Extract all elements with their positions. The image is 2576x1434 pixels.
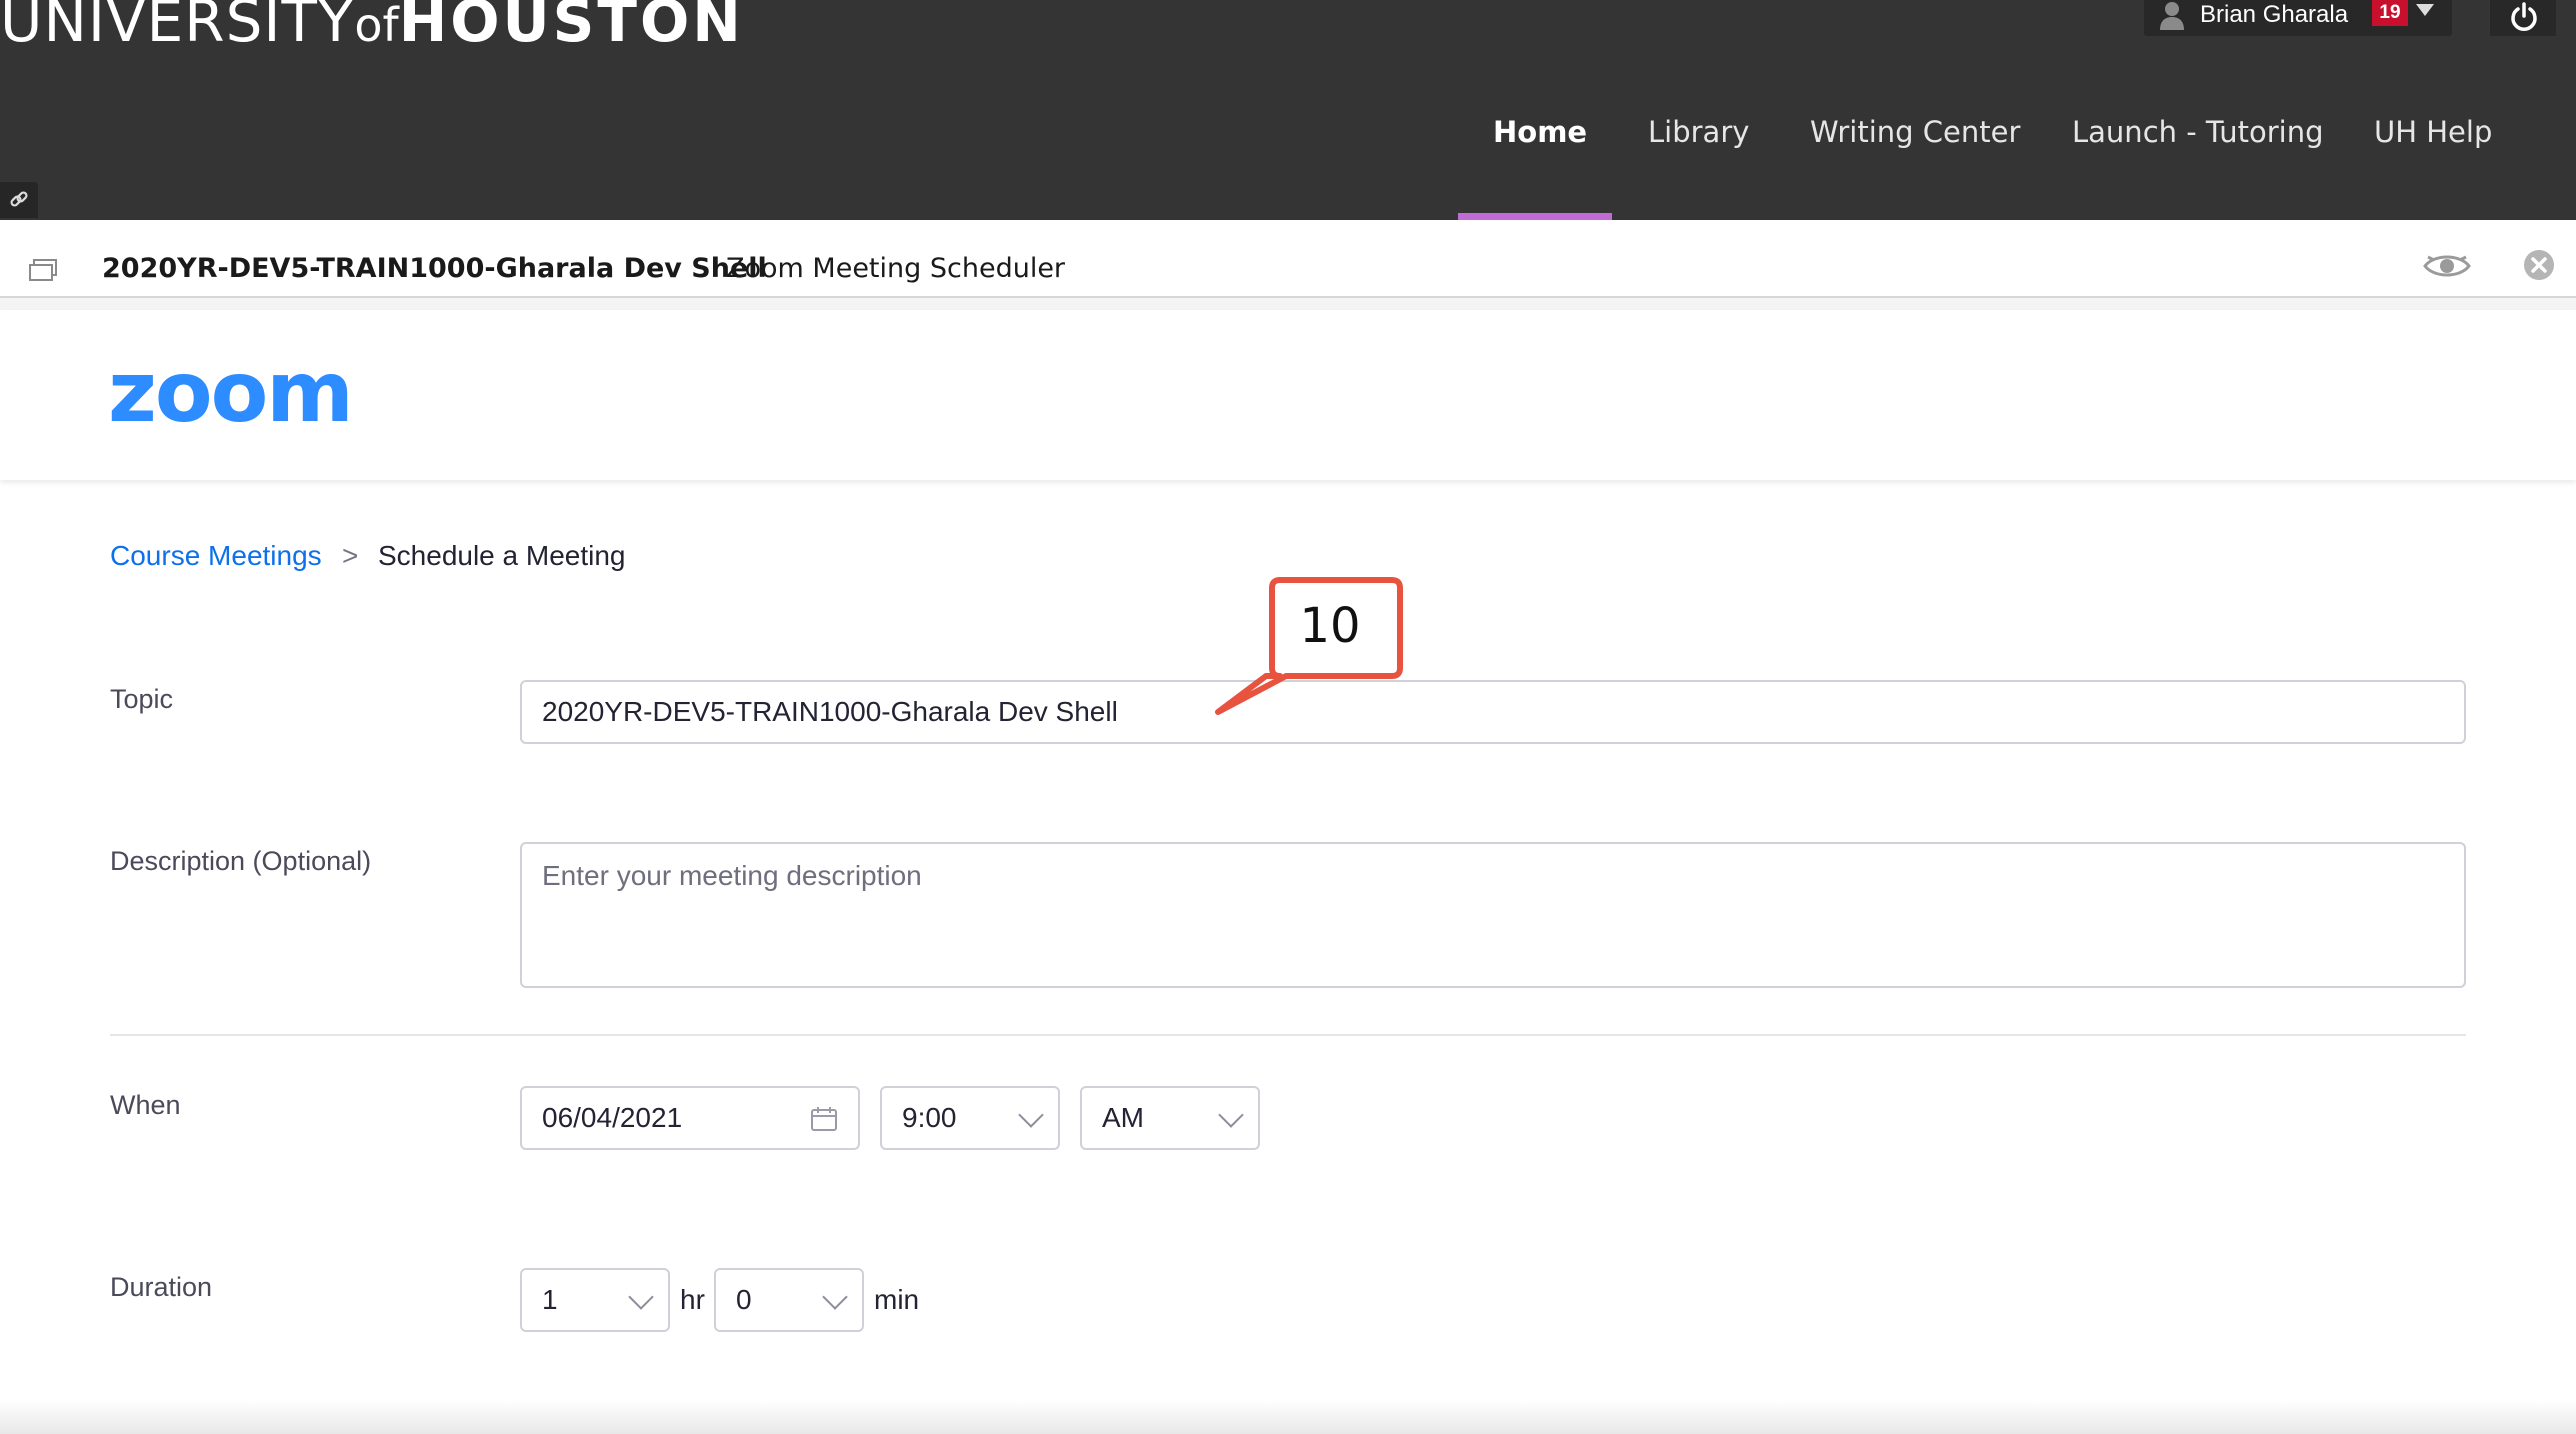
ampm-select[interactable]: AM bbox=[1080, 1086, 1260, 1150]
nav-writing-center[interactable]: Writing Center bbox=[1810, 108, 2020, 156]
bottom-edge bbox=[0, 1400, 2576, 1434]
chevron-down-icon bbox=[822, 1284, 848, 1310]
notification-badge: 19 bbox=[2372, 0, 2408, 26]
caret-down-icon bbox=[2416, 4, 2434, 16]
date-value: 06/04/2021 bbox=[542, 1102, 683, 1133]
duration-minutes-select[interactable]: 0 bbox=[714, 1268, 864, 1332]
description-label: Description (Optional) bbox=[110, 846, 372, 876]
duration-hours-value: 1 bbox=[542, 1284, 558, 1315]
breadcrumb-separator: > bbox=[342, 540, 359, 571]
hours-unit-label: hr bbox=[680, 1284, 705, 1315]
zoom-logo[interactable]: zoom bbox=[108, 342, 354, 442]
course-bar: 2020YR-DEV5-TRAIN1000-Gharala Dev Shell … bbox=[0, 220, 2576, 298]
nav-launch-tutoring[interactable]: Launch - Tutoring bbox=[2072, 108, 2323, 156]
course-window-icon[interactable] bbox=[28, 258, 58, 282]
when-label: When bbox=[110, 1090, 181, 1120]
nav-home[interactable]: Home bbox=[1493, 108, 1587, 156]
power-icon bbox=[2511, 2, 2537, 31]
topic-label: Topic bbox=[110, 684, 174, 714]
chevron-down-icon bbox=[1218, 1102, 1244, 1128]
nav-library[interactable]: Library bbox=[1648, 108, 1749, 156]
student-preview-eye-icon[interactable] bbox=[2422, 248, 2472, 284]
tool-title: Zoom Meeting Scheduler bbox=[726, 253, 1066, 284]
nav-uh-help[interactable]: UH Help bbox=[2374, 108, 2492, 156]
content-gap bbox=[0, 298, 2576, 310]
quick-links-button[interactable] bbox=[0, 182, 38, 218]
chevron-down-icon bbox=[628, 1284, 654, 1310]
top-header: UNIVERSITYofHOUSTON Brian Gharala 19 Hom… bbox=[0, 0, 2576, 220]
user-menu[interactable]: Brian Gharala 19 bbox=[2144, 0, 2452, 36]
breadcrumb-course-meetings[interactable]: Course Meetings bbox=[110, 540, 322, 572]
time-value: 9:00 bbox=[902, 1102, 957, 1133]
user-icon bbox=[2158, 0, 2186, 30]
duration-minutes-value: 0 bbox=[736, 1284, 752, 1315]
link-icon bbox=[10, 191, 28, 207]
chevron-down-icon bbox=[1018, 1102, 1044, 1128]
duration-hours-select[interactable]: 1 bbox=[520, 1268, 670, 1332]
zoom-header: zoom bbox=[0, 310, 2576, 480]
active-nav-indicator bbox=[1458, 213, 1612, 220]
callout-number: 10 bbox=[1299, 598, 1361, 654]
duration-label: Duration bbox=[110, 1272, 213, 1302]
logout-button[interactable] bbox=[2490, 0, 2556, 36]
section-divider bbox=[110, 1034, 2466, 1036]
close-icon[interactable] bbox=[2522, 248, 2556, 282]
minutes-unit-label: min bbox=[874, 1284, 920, 1315]
university-logo[interactable]: UNIVERSITYofHOUSTON bbox=[0, 0, 744, 56]
user-name: Brian Gharala bbox=[2200, 1, 2349, 28]
course-name-link[interactable]: 2020YR-DEV5-TRAIN1000-Gharala Dev Shell bbox=[102, 253, 767, 284]
description-textarea[interactable] bbox=[520, 842, 2466, 988]
time-select[interactable]: 9:00 bbox=[880, 1086, 1060, 1150]
calendar-icon bbox=[811, 1107, 837, 1131]
breadcrumb-current: Schedule a Meeting bbox=[378, 540, 626, 571]
date-picker[interactable]: 06/04/2021 bbox=[520, 1086, 860, 1150]
ampm-value: AM bbox=[1102, 1102, 1144, 1133]
topic-input[interactable] bbox=[520, 680, 2466, 744]
